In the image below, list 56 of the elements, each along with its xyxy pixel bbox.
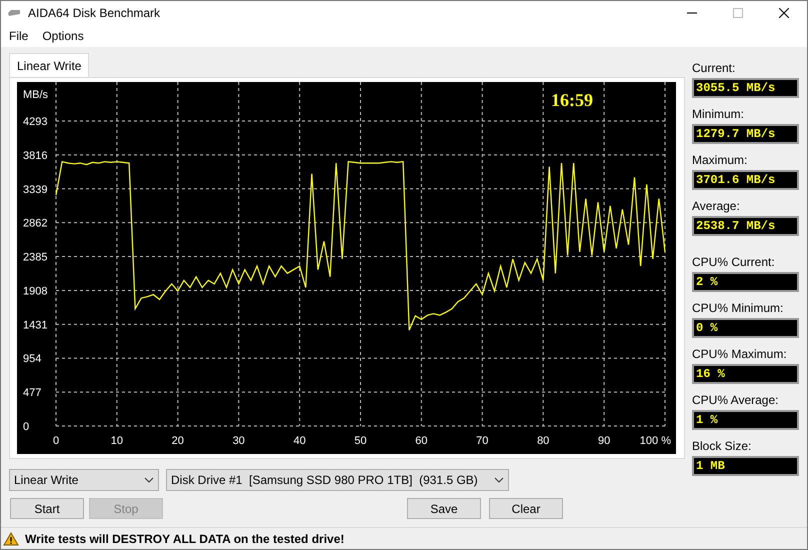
tick-label: 2385 <box>23 252 48 264</box>
stat-value: 1279.7 MB/s <box>692 124 799 144</box>
tick-label: 4293 <box>23 116 48 128</box>
stat-label: CPU% Current: <box>692 255 776 269</box>
stat-value: 2538.7 MB/s <box>692 216 799 236</box>
tick-label: 70 <box>476 435 488 447</box>
stat-value: 0 % <box>692 318 799 338</box>
tab[interactable]: Linear Write <box>9 53 90 77</box>
tick-label: 0 <box>23 421 30 433</box>
stat-value: 1 % <box>692 410 799 430</box>
tick-label: 1431 <box>23 319 48 332</box>
chevron-icon <box>144 477 154 483</box>
stat-value: 16 % <box>692 364 799 384</box>
stat-label: Block Size: <box>692 439 752 453</box>
close-icon[interactable] <box>779 8 789 18</box>
menu-item[interactable]: Options <box>42 27 84 45</box>
action-button[interactable]: Save <box>407 498 481 519</box>
stat-label: Maximum: <box>692 153 748 167</box>
tick-label: 1908 <box>23 285 48 298</box>
status-message: Write tests will DESTROY ALL DATA on the tested drive! <box>25 530 344 548</box>
tick-label: 50 <box>354 435 367 447</box>
tick-label: 3339 <box>23 184 48 196</box>
stat-value: 2 % <box>692 272 799 292</box>
menu-item[interactable]: File <box>9 27 28 45</box>
tick-label: 10 <box>110 435 124 447</box>
tick-label: 0 <box>52 435 60 447</box>
tick-label: 30 <box>232 435 245 447</box>
stat-value: 3055.5 MB/s <box>692 78 799 98</box>
tick-label: 20 <box>172 435 184 447</box>
tick-label: 40 <box>293 435 306 447</box>
stat-value: 3701.6 MB/s <box>692 170 799 190</box>
tick-label: 477 <box>23 387 42 400</box>
axis-label: MB/s <box>23 89 48 101</box>
window-title: AIDA64 Disk Benchmark <box>28 5 160 22</box>
stat-value: 1 MB <box>692 456 799 476</box>
tick-label: 60 <box>415 435 428 447</box>
stat-label: CPU% Average: <box>692 393 780 407</box>
dropdown[interactable]: Disk Drive #1 [Samsung SSD 980 PRO 1TB] (931.5 GB) <box>166 469 509 491</box>
tick-label: 3816 <box>23 150 48 162</box>
stat-label: Average: <box>692 199 741 213</box>
tick-label: 954 <box>23 353 42 366</box>
stat-label: CPU% Minimum: <box>692 301 784 315</box>
warning-icon <box>3 532 19 546</box>
dropdown[interactable]: Linear Write <box>9 469 159 491</box>
stat-label: Minimum: <box>692 107 746 121</box>
drive-icon <box>7 9 21 17</box>
tick-label: 2862 <box>23 218 48 230</box>
clock-text: 16:59 <box>551 90 593 110</box>
tick-label: 90 <box>598 435 610 447</box>
action-button[interactable]: Clear <box>489 498 563 519</box>
stat-label: Current: <box>692 61 736 75</box>
stat-label: CPU% Maximum: <box>692 347 788 361</box>
action-button[interactable]: Start <box>10 498 84 519</box>
tick-label: 100 % <box>640 435 671 447</box>
tick-label: 80 <box>537 435 550 447</box>
chevron-icon <box>494 477 504 483</box>
